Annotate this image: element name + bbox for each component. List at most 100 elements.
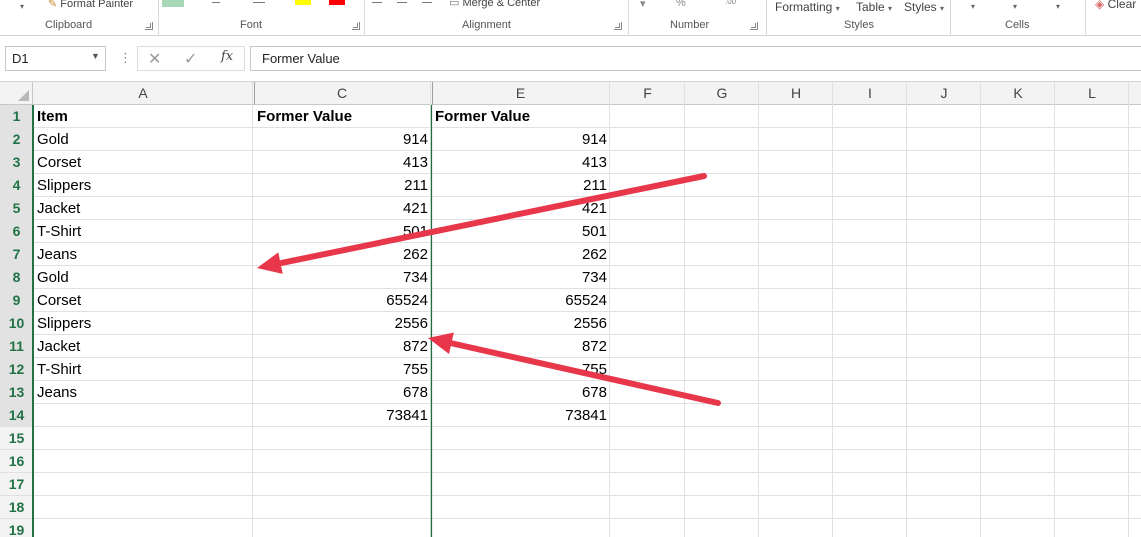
cell-a7[interactable]: Jeans — [33, 243, 253, 266]
decimal-icon[interactable]: .00 — [725, 0, 736, 6]
column-header-j[interactable]: J — [907, 82, 981, 105]
cell-a6[interactable]: T-Shirt — [33, 220, 253, 243]
alignment-launcher-icon[interactable] — [614, 22, 622, 30]
cell-c14[interactable]: 73841 — [253, 404, 431, 427]
cell-e7[interactable]: 262 — [431, 243, 610, 266]
insert-function-icon[interactable]: fx — [221, 49, 233, 64]
delete-dropdown-icon[interactable]: ▾ — [1013, 2, 1017, 11]
row-header-14[interactable]: 14 — [0, 404, 33, 427]
row-header-13[interactable]: 13 — [0, 381, 33, 404]
more-options-icon[interactable]: ⋮ — [119, 50, 132, 66]
column-header-g[interactable]: G — [685, 82, 759, 105]
cell-a9[interactable]: Corset — [33, 289, 253, 312]
row-header-2[interactable]: 2 — [0, 128, 33, 151]
row-header-8[interactable]: 8 — [0, 266, 33, 289]
column-header-e[interactable]: E — [431, 82, 610, 105]
column-header-f[interactable]: F — [610, 82, 685, 105]
border-dropdown-icon[interactable] — [253, 2, 265, 3]
cell-c8[interactable]: 734 — [253, 266, 431, 289]
row-header-3[interactable]: 3 — [0, 151, 33, 174]
cell-c7[interactable]: 262 — [253, 243, 431, 266]
cell-e12[interactable]: 755 — [431, 358, 610, 381]
cell-e11[interactable]: 872 — [431, 335, 610, 358]
column-header-k[interactable]: K — [981, 82, 1055, 105]
cell-e9[interactable]: 65524 — [431, 289, 610, 312]
insert-dropdown-icon[interactable]: ▾ — [971, 2, 975, 11]
column-header-c[interactable]: C — [253, 82, 431, 105]
cell-e13[interactable]: 678 — [431, 381, 610, 404]
cell-c12[interactable]: 755 — [253, 358, 431, 381]
cell-c1[interactable]: Former Value — [253, 105, 431, 128]
cell-a13[interactable]: Jeans — [33, 381, 253, 404]
merge-center-button[interactable]: ▭ Merge & Center — [449, 0, 540, 9]
number-launcher-icon[interactable] — [750, 22, 758, 30]
row-header-9[interactable]: 9 — [0, 289, 33, 312]
worksheet-grid[interactable]: ACEFGHIJKL 1 2 3 4 5 6 7 8 9 10 11 12 13 14 15 16 17 18 19… — [0, 82, 1141, 537]
row-header-19[interactable]: 19 — [0, 519, 33, 537]
row-header-1[interactable]: 1 — [0, 105, 33, 128]
align-left-icon[interactable] — [372, 2, 382, 3]
cell-c9[interactable]: 65524 — [253, 289, 431, 312]
cell-a5[interactable]: Jacket — [33, 197, 253, 220]
row-header-4[interactable]: 4 — [0, 174, 33, 197]
cell-a8[interactable]: Gold — [33, 266, 253, 289]
row-header-6[interactable]: 6 — [0, 220, 33, 243]
row-header-11[interactable]: 11 — [0, 335, 33, 358]
cell-e6[interactable]: 501 — [431, 220, 610, 243]
font-launcher-icon[interactable] — [352, 22, 360, 30]
fill-color-icon[interactable] — [295, 0, 311, 5]
align-right-icon[interactable] — [422, 2, 432, 3]
row-header-10[interactable]: 10 — [0, 312, 33, 335]
column-header-a[interactable]: A — [33, 82, 253, 105]
cell-c11[interactable]: 872 — [253, 335, 431, 358]
cell-styles-button[interactable]: Styles ▾ — [904, 0, 944, 14]
theme-color-swatch[interactable] — [162, 0, 184, 7]
cell-e4[interactable]: 211 — [431, 174, 610, 197]
paste-dropdown-icon[interactable]: ▾ — [20, 2, 24, 11]
row-header-16[interactable]: 16 — [0, 450, 33, 473]
clipboard-launcher-icon[interactable] — [145, 22, 153, 30]
format-as-table-button[interactable]: Table ▾ — [856, 0, 892, 14]
percent-icon[interactable]: % — [676, 0, 686, 9]
cell-a4[interactable]: Slippers — [33, 174, 253, 197]
row-header-7[interactable]: 7 — [0, 243, 33, 266]
column-header-h[interactable]: H — [759, 82, 833, 105]
clear-button[interactable]: ◈ Clear — [1095, 0, 1136, 11]
cell-e2[interactable]: 914 — [431, 128, 610, 151]
cell-a3[interactable]: Corset — [33, 151, 253, 174]
row-header-5[interactable]: 5 — [0, 197, 33, 220]
row-header-12[interactable]: 12 — [0, 358, 33, 381]
cell-e14[interactable]: 73841 — [431, 404, 610, 427]
chevron-down-icon[interactable]: ▼ — [91, 51, 100, 61]
currency-icon[interactable]: ▾ — [640, 0, 646, 10]
cell-c5[interactable]: 421 — [253, 197, 431, 220]
cell-e5[interactable]: 421 — [431, 197, 610, 220]
cell-a2[interactable]: Gold — [33, 128, 253, 151]
column-header-l[interactable]: L — [1055, 82, 1129, 105]
border-icon[interactable] — [212, 2, 220, 3]
cell-e8[interactable]: 734 — [431, 266, 610, 289]
cell-c6[interactable]: 501 — [253, 220, 431, 243]
cell-c13[interactable]: 678 — [253, 381, 431, 404]
cell-c4[interactable]: 211 — [253, 174, 431, 197]
row-header-17[interactable]: 17 — [0, 473, 33, 496]
formula-input[interactable]: Former Value — [250, 46, 1141, 71]
cell-e10[interactable]: 2556 — [431, 312, 610, 335]
cell-a1[interactable]: Item — [33, 105, 253, 128]
row-header-18[interactable]: 18 — [0, 496, 33, 519]
format-painter-button[interactable]: ✎ Format Painter — [48, 0, 133, 10]
enter-check-icon[interactable]: ✓ — [184, 49, 197, 69]
cell-a11[interactable]: Jacket — [33, 335, 253, 358]
format-dropdown-icon[interactable]: ▾ — [1056, 2, 1060, 11]
cell-c2[interactable]: 914 — [253, 128, 431, 151]
cell-e3[interactable]: 413 — [431, 151, 610, 174]
cell-c3[interactable]: 413 — [253, 151, 431, 174]
cancel-icon[interactable]: ✕ — [148, 49, 161, 69]
align-center-icon[interactable] — [397, 2, 407, 3]
conditional-formatting-button[interactable]: Formatting ▾ — [775, 0, 840, 14]
column-header-i[interactable]: I — [833, 82, 907, 105]
cell-a12[interactable]: T-Shirt — [33, 358, 253, 381]
font-color-icon[interactable] — [329, 0, 345, 5]
row-header-15[interactable]: 15 — [0, 427, 33, 450]
cell-a10[interactable]: Slippers — [33, 312, 253, 335]
